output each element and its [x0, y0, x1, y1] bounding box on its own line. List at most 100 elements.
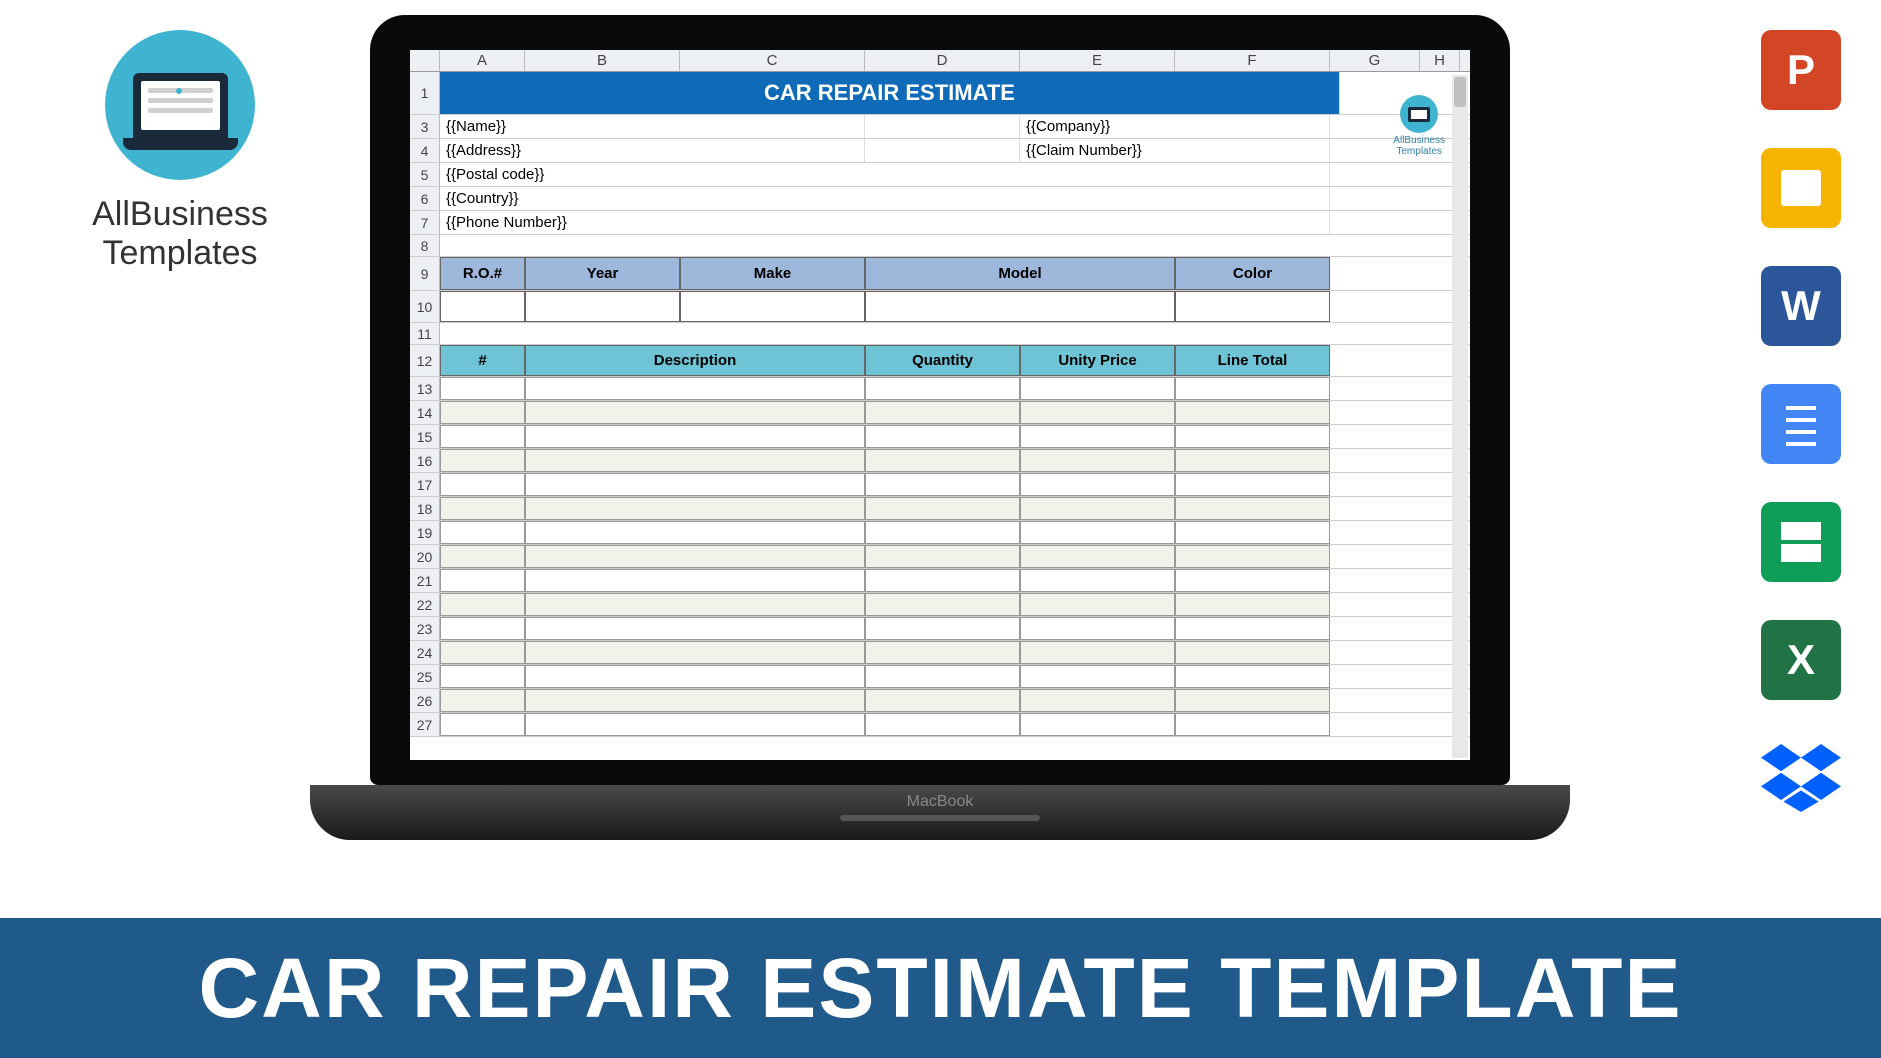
item-qty[interactable]	[865, 689, 1020, 712]
cell-phone[interactable]: {{Phone Number}}	[440, 211, 1330, 234]
vertical-scrollbar[interactable]	[1452, 75, 1468, 758]
cell-name[interactable]: {{Name}}	[440, 115, 865, 138]
cell-model[interactable]	[865, 291, 1175, 322]
item-price[interactable]	[1020, 569, 1175, 592]
item-num[interactable]	[440, 593, 525, 616]
item-desc[interactable]	[525, 401, 865, 424]
item-num[interactable]	[440, 425, 525, 448]
google-slides-icon[interactable]	[1761, 148, 1841, 228]
cell-color[interactable]	[1175, 291, 1330, 322]
item-desc[interactable]	[525, 521, 865, 544]
word-icon[interactable]	[1761, 266, 1841, 346]
col-F[interactable]: F	[1175, 50, 1330, 71]
col-G[interactable]: G	[1330, 50, 1420, 71]
item-num[interactable]	[440, 713, 525, 736]
item-qty[interactable]	[865, 377, 1020, 400]
item-num[interactable]	[440, 617, 525, 640]
item-num[interactable]	[440, 449, 525, 472]
google-sheets-icon[interactable]	[1761, 502, 1841, 582]
cell-claim[interactable]: {{Claim Number}}	[1020, 139, 1330, 162]
item-total[interactable]	[1175, 473, 1330, 496]
cell-postal[interactable]: {{Postal code}}	[440, 163, 1330, 186]
item-desc[interactable]	[525, 449, 865, 472]
item-desc[interactable]	[525, 689, 865, 712]
item-num[interactable]	[440, 521, 525, 544]
item-price[interactable]	[1020, 425, 1175, 448]
item-price[interactable]	[1020, 665, 1175, 688]
item-num[interactable]	[440, 641, 525, 664]
item-desc[interactable]	[525, 425, 865, 448]
item-qty[interactable]	[865, 713, 1020, 736]
item-num[interactable]	[440, 497, 525, 520]
item-qty[interactable]	[865, 617, 1020, 640]
item-num[interactable]	[440, 689, 525, 712]
col-D[interactable]: D	[865, 50, 1020, 71]
col-E[interactable]: E	[1020, 50, 1175, 71]
item-total[interactable]	[1175, 617, 1330, 640]
item-total[interactable]	[1175, 497, 1330, 520]
item-desc[interactable]	[525, 713, 865, 736]
item-price[interactable]	[1020, 617, 1175, 640]
item-price[interactable]	[1020, 377, 1175, 400]
item-desc[interactable]	[525, 497, 865, 520]
item-desc[interactable]	[525, 593, 865, 616]
item-qty[interactable]	[865, 497, 1020, 520]
col-C[interactable]: C	[680, 50, 865, 71]
item-total[interactable]	[1175, 377, 1330, 400]
item-total[interactable]	[1175, 521, 1330, 544]
item-total[interactable]	[1175, 641, 1330, 664]
item-num[interactable]	[440, 569, 525, 592]
item-qty[interactable]	[865, 521, 1020, 544]
item-desc[interactable]	[525, 569, 865, 592]
item-num[interactable]	[440, 473, 525, 496]
item-total[interactable]	[1175, 689, 1330, 712]
item-qty[interactable]	[865, 449, 1020, 472]
item-total[interactable]	[1175, 593, 1330, 616]
cell-company[interactable]: {{Company}}	[1020, 115, 1330, 138]
item-price[interactable]	[1020, 689, 1175, 712]
item-total[interactable]	[1175, 545, 1330, 568]
item-qty[interactable]	[865, 665, 1020, 688]
excel-icon[interactable]	[1761, 620, 1841, 700]
col-B[interactable]: B	[525, 50, 680, 71]
item-num[interactable]	[440, 377, 525, 400]
item-qty[interactable]	[865, 401, 1020, 424]
item-total[interactable]	[1175, 665, 1330, 688]
item-desc[interactable]	[525, 545, 865, 568]
cell-ro[interactable]	[440, 291, 525, 322]
item-qty[interactable]	[865, 569, 1020, 592]
item-total[interactable]	[1175, 401, 1330, 424]
item-num[interactable]	[440, 665, 525, 688]
item-total[interactable]	[1175, 425, 1330, 448]
item-qty[interactable]	[865, 473, 1020, 496]
item-price[interactable]	[1020, 593, 1175, 616]
item-price[interactable]	[1020, 545, 1175, 568]
item-desc[interactable]	[525, 617, 865, 640]
cell-country[interactable]: {{Country}}	[440, 187, 1330, 210]
item-price[interactable]	[1020, 713, 1175, 736]
col-A[interactable]: A	[440, 50, 525, 71]
item-desc[interactable]	[525, 641, 865, 664]
item-num[interactable]	[440, 401, 525, 424]
cell-make[interactable]	[680, 291, 865, 322]
item-price[interactable]	[1020, 449, 1175, 472]
item-price[interactable]	[1020, 473, 1175, 496]
google-docs-icon[interactable]	[1761, 384, 1841, 464]
item-price[interactable]	[1020, 401, 1175, 424]
powerpoint-icon[interactable]	[1761, 30, 1841, 110]
cell-year[interactable]	[525, 291, 680, 322]
item-desc[interactable]	[525, 377, 865, 400]
item-qty[interactable]	[865, 641, 1020, 664]
item-desc[interactable]	[525, 473, 865, 496]
item-qty[interactable]	[865, 593, 1020, 616]
item-total[interactable]	[1175, 569, 1330, 592]
item-price[interactable]	[1020, 641, 1175, 664]
item-qty[interactable]	[865, 545, 1020, 568]
dropbox-icon[interactable]	[1761, 738, 1841, 818]
item-total[interactable]	[1175, 449, 1330, 472]
col-H[interactable]: H	[1420, 50, 1460, 71]
item-total[interactable]	[1175, 713, 1330, 736]
item-num[interactable]	[440, 545, 525, 568]
item-price[interactable]	[1020, 521, 1175, 544]
item-price[interactable]	[1020, 497, 1175, 520]
